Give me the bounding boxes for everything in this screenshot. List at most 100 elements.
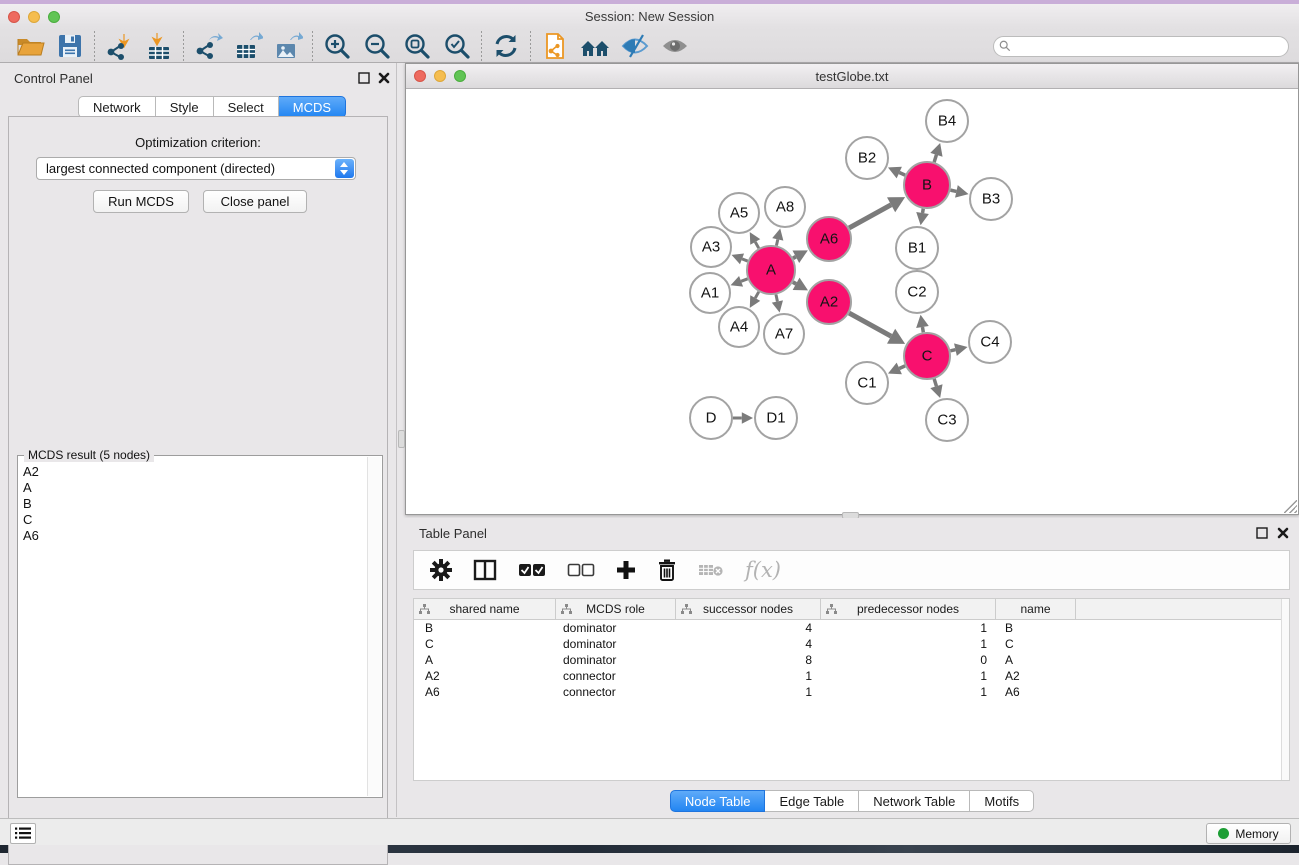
tab-node-table[interactable]: Node Table [670, 790, 766, 812]
table-cell[interactable]: 1 [676, 684, 821, 700]
table-cell[interactable]: A6 [414, 684, 556, 700]
export-image-button[interactable] [268, 30, 308, 62]
graph-edge-C-C1[interactable] [899, 366, 905, 369]
table-cell[interactable]: A [996, 652, 1076, 668]
graph-node-C3[interactable]: C3 [926, 399, 968, 441]
table-row[interactable]: Cdominator41C [414, 636, 1289, 652]
tab-network[interactable]: Network [78, 96, 156, 118]
zoom-in-button[interactable] [317, 30, 357, 62]
refresh-layout-button[interactable] [486, 30, 526, 62]
graph-edge-A-A8[interactable] [776, 239, 777, 245]
table-cell[interactable]: A2 [996, 668, 1076, 684]
open-session-button[interactable] [10, 30, 50, 62]
run-mcds-button[interactable]: Run MCDS [93, 190, 189, 213]
graph-node-D[interactable]: D [690, 397, 732, 439]
network-canvas[interactable]: B4B2BB3A5A8A6A3B1AA1C2A2A4A7CC4C1C3DD1 [406, 89, 1298, 514]
graph-edge-B-B1[interactable] [923, 209, 924, 213]
save-session-button[interactable] [50, 30, 90, 62]
table-cell[interactable]: B [996, 620, 1076, 636]
apply-function-button[interactable]: f(x) [745, 557, 781, 583]
graph-edge-A-A7[interactable] [776, 294, 777, 301]
table-cell[interactable]: C [996, 636, 1076, 652]
zoom-selected-button[interactable] [437, 30, 477, 62]
graph-edge-A-A1[interactable] [741, 279, 748, 281]
graph-node-A1[interactable]: A1 [690, 273, 730, 313]
table-cell[interactable]: 1 [676, 668, 821, 684]
export-network-button[interactable] [188, 30, 228, 62]
graph-node-B4[interactable]: B4 [926, 100, 968, 142]
float-panel-icon[interactable] [1256, 527, 1268, 539]
quick-search-input[interactable] [993, 36, 1289, 57]
table-cell[interactable]: 4 [676, 636, 821, 652]
table-cell[interactable]: 1 [821, 636, 996, 652]
graph-edge-C-C3[interactable] [934, 379, 936, 386]
delete-table-button[interactable] [698, 557, 724, 583]
table-cell[interactable]: 1 [821, 684, 996, 700]
graph-edge-B-B4[interactable] [934, 155, 936, 162]
tab-mcds[interactable]: MCDS [279, 96, 346, 118]
table-cell[interactable]: B [414, 620, 556, 636]
graph-node-B1[interactable]: B1 [896, 227, 938, 269]
table-cell[interactable]: 1 [821, 668, 996, 684]
table-row[interactable]: A2connector11A2 [414, 668, 1289, 684]
graph-edge-A-A6[interactable] [793, 257, 796, 258]
table-cell[interactable]: A2 [414, 668, 556, 684]
tab-edge-table[interactable]: Edge Table [765, 790, 859, 812]
table-cell[interactable]: dominator [556, 636, 676, 652]
graph-node-A4[interactable]: A4 [719, 307, 759, 347]
zoom-fit-button[interactable] [397, 30, 437, 62]
column-header-mcds-role[interactable]: MCDS role [556, 599, 676, 619]
delete-row-button[interactable] [657, 557, 677, 583]
table-row[interactable]: Adominator80A [414, 652, 1289, 668]
mcds-result-item[interactable]: A [19, 480, 368, 496]
graph-edge-A-A5[interactable] [755, 242, 759, 248]
tab-style[interactable]: Style [156, 96, 214, 118]
export-table-button[interactable] [228, 30, 268, 62]
show-hide-graphics-button[interactable] [615, 30, 655, 62]
tab-network-table[interactable]: Network Table [859, 790, 970, 812]
import-network-button[interactable] [99, 30, 139, 62]
mcds-result-item[interactable]: A6 [19, 528, 368, 544]
home-pages-button[interactable] [575, 30, 615, 62]
eye-disabled-button[interactable] [655, 30, 695, 62]
mcds-result-item[interactable]: C [19, 512, 368, 528]
table-cell[interactable]: C [414, 636, 556, 652]
tab-select[interactable]: Select [214, 96, 279, 118]
close-panel-button[interactable]: Close panel [203, 190, 307, 213]
network-document-button[interactable] [535, 30, 575, 62]
tab-motifs[interactable]: Motifs [970, 790, 1034, 812]
column-header-predecessor-nodes[interactable]: predecessor nodes [821, 599, 996, 619]
table-scrollbar[interactable] [1281, 599, 1289, 780]
graph-edge-A-A3[interactable] [742, 259, 748, 261]
table-settings-button[interactable] [430, 557, 452, 583]
float-panel-icon[interactable] [358, 72, 370, 84]
column-header-shared-name[interactable]: shared name [414, 599, 556, 619]
table-cell[interactable]: 0 [821, 652, 996, 668]
graph-node-A3[interactable]: A3 [691, 227, 731, 267]
graph-edge-A6-B[interactable] [849, 205, 891, 228]
graph-node-C[interactable]: C [904, 333, 950, 379]
import-table-button[interactable] [139, 30, 179, 62]
column-header-successor-nodes[interactable]: successor nodes [676, 599, 821, 619]
graph-edge-B-B3[interactable] [950, 190, 956, 191]
deselect-all-button[interactable] [567, 557, 595, 583]
column-header-name[interactable]: name [996, 599, 1076, 619]
table-cell[interactable]: connector [556, 668, 676, 684]
table-cell[interactable]: 8 [676, 652, 821, 668]
memory-button[interactable]: Memory [1206, 823, 1291, 844]
result-list-scrollbar[interactable] [367, 457, 381, 796]
graph-node-A6[interactable]: A6 [807, 217, 851, 261]
mcds-result-item[interactable]: B [19, 496, 368, 512]
table-cell[interactable]: dominator [556, 652, 676, 668]
graph-edge-C-C2[interactable] [922, 327, 923, 332]
graph-node-A[interactable]: A [747, 246, 795, 294]
graph-edge-A-A4[interactable] [755, 292, 759, 298]
window-resize-grip[interactable] [1284, 500, 1297, 513]
toggle-columns-button[interactable] [473, 557, 497, 583]
network-window-titlebar[interactable]: testGlobe.txt [406, 64, 1298, 89]
graph-node-B3[interactable]: B3 [970, 178, 1012, 220]
table-cell[interactable]: A6 [996, 684, 1076, 700]
graph-edge-B-B2[interactable] [899, 173, 905, 176]
graph-node-C2[interactable]: C2 [896, 271, 938, 313]
graph-node-B[interactable]: B [904, 162, 950, 208]
